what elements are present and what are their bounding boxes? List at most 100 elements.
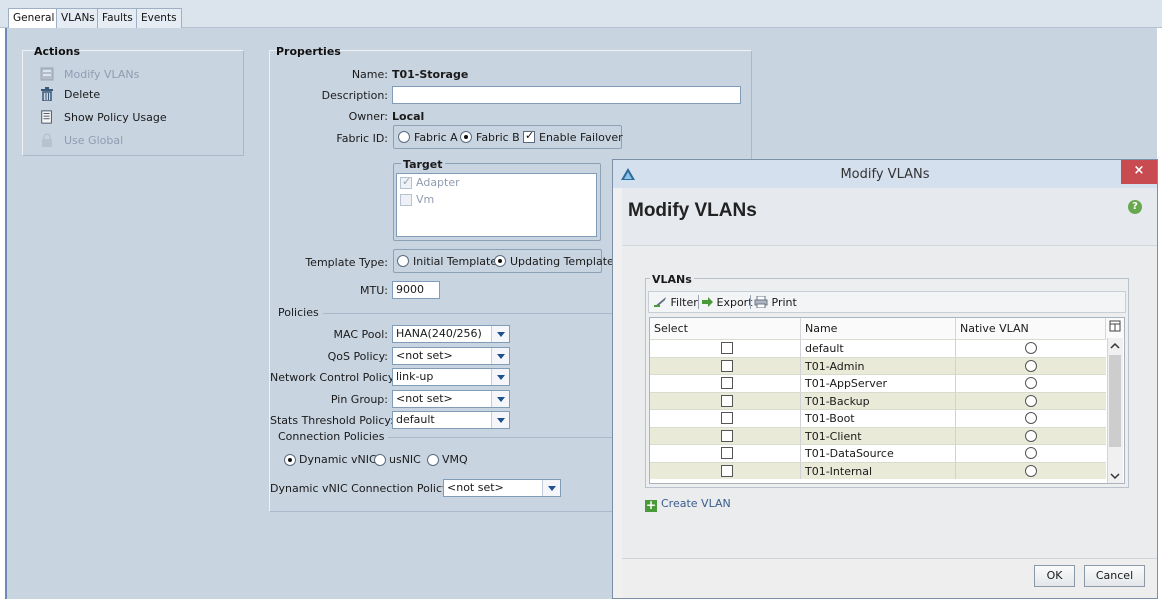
tab-vlans[interactable]: VLANs (56, 8, 100, 28)
ok-button[interactable]: OK (1034, 565, 1075, 587)
policies-title: Policies (278, 306, 323, 319)
network-control-policy-value: link-up (396, 370, 434, 383)
select-checkbox[interactable] (721, 359, 733, 372)
mtu-field[interactable]: 9000 (392, 281, 440, 299)
vm-checkbox[interactable] (400, 194, 412, 206)
tab-general[interactable]: General (8, 8, 60, 29)
name-value: T01-Storage (392, 68, 469, 81)
pin-group-value: <not set> (396, 392, 453, 405)
mac-pool-value: HANA(240/256) (396, 327, 482, 340)
select-checkbox[interactable] (721, 464, 733, 477)
fabric-a-label: Fabric A (414, 131, 458, 144)
select-checkbox[interactable] (721, 412, 733, 424)
column-chooser-button[interactable] (1106, 318, 1124, 339)
print-button[interactable]: Print (754, 295, 797, 309)
show-policy-usage-label: Show Policy Usage (64, 111, 167, 124)
column-divider (800, 462, 801, 479)
modify-vlans-label: Modify VLANs (64, 68, 140, 81)
close-icon[interactable]: × (1121, 160, 1157, 184)
filter-button[interactable]: Filter (653, 296, 698, 309)
network-control-policy-label: Network Control Policy: (270, 371, 398, 384)
chevron-down-icon[interactable] (1110, 472, 1120, 480)
target-title: Target (401, 158, 445, 171)
arrow-right-icon (702, 297, 713, 307)
dynamic-vnic-connection-policy-select[interactable]: <not set> (443, 479, 561, 497)
dynamic-vnic-radio[interactable] (284, 454, 296, 466)
qos-policy-select[interactable]: <not set> (392, 347, 510, 365)
native-vlan-radio[interactable] (1025, 447, 1037, 459)
native-vlan-radio[interactable] (1025, 464, 1037, 477)
create-vlan-label: Create VLAN (661, 497, 731, 510)
export-button[interactable]: Export (702, 296, 753, 309)
cancel-button[interactable]: Cancel (1084, 565, 1145, 587)
column-header-name[interactable]: Name (801, 318, 956, 339)
vlan-name: T01-Admin (805, 359, 865, 373)
select-checkbox[interactable] (721, 377, 733, 389)
select-checkbox[interactable] (721, 429, 733, 442)
updating-template-radio[interactable] (494, 255, 506, 267)
chevron-up-icon[interactable] (1110, 342, 1120, 350)
vlan-list-icon (40, 67, 54, 81)
column-divider (800, 375, 801, 392)
native-vlan-radio[interactable] (1025, 359, 1037, 372)
column-header-select[interactable]: Select (650, 318, 801, 339)
native-vlan-radio[interactable] (1025, 394, 1037, 407)
initial-template-radio[interactable] (397, 255, 409, 267)
tab-faults[interactable]: Faults (97, 8, 138, 28)
enable-failover-checkbox[interactable] (523, 129, 535, 143)
table-row[interactable]: T01-Boot (650, 409, 1106, 427)
qos-policy-value: <not set> (396, 349, 453, 362)
native-vlan-radio[interactable] (1025, 342, 1037, 354)
chevron-down-icon (491, 326, 509, 342)
toolbar-divider (698, 295, 699, 309)
vm-label: Vm (416, 193, 435, 206)
document-icon (41, 110, 52, 124)
column-divider (955, 462, 956, 479)
table-row[interactable]: T01-Backup (650, 391, 1106, 409)
owner-label: Owner: (348, 110, 388, 123)
table-row[interactable]: T01-Client (650, 426, 1106, 444)
table-row[interactable]: T01-DataSource (650, 444, 1106, 462)
select-checkbox[interactable] (721, 342, 733, 354)
adapter-checkbox[interactable] (400, 175, 412, 189)
tab-bar: General VLANs Faults Events (0, 0, 1162, 29)
description-field[interactable] (392, 86, 741, 104)
network-control-policy-select[interactable]: link-up (392, 368, 510, 386)
table-row[interactable]: default (650, 339, 1106, 357)
fabric-b-radio[interactable] (460, 131, 472, 143)
mac-pool-select[interactable]: HANA(240/256) (392, 325, 510, 343)
enable-failover-label: Enable Failover (539, 131, 623, 144)
mtu-label: MTU: (360, 284, 388, 297)
column-divider (800, 445, 801, 462)
column-divider (955, 357, 956, 374)
qos-policy-label: QoS Policy: (327, 350, 388, 363)
table-row[interactable]: T01-AppServer (650, 374, 1106, 392)
scrollbar-thumb[interactable] (1109, 355, 1121, 447)
native-vlan-radio[interactable] (1025, 377, 1037, 389)
select-checkbox[interactable] (721, 447, 733, 459)
usnic-radio[interactable] (374, 454, 386, 466)
tab-events[interactable]: Events (136, 8, 182, 28)
column-header-native-vlan[interactable]: Native VLAN (956, 318, 1106, 339)
native-vlan-radio[interactable] (1025, 412, 1037, 424)
fabric-a-radio[interactable] (398, 131, 410, 143)
vlans-toolbar: Filter Export Print (648, 291, 1126, 313)
column-divider (955, 427, 956, 444)
column-divider (955, 340, 956, 357)
template-type-label: Template Type: (305, 256, 388, 269)
native-vlan-radio[interactable] (1025, 429, 1037, 442)
table-row[interactable]: T01-Internal (650, 461, 1106, 479)
select-checkbox[interactable] (721, 394, 733, 407)
create-vlan-link[interactable]: + Create VLAN (645, 497, 731, 512)
table-row[interactable]: T01-Admin (650, 356, 1106, 374)
stats-threshold-policy-select[interactable]: default (392, 411, 510, 429)
usnic-label: usNIC (389, 453, 421, 466)
connection-policies-title: Connection Policies (278, 430, 389, 443)
pin-group-select[interactable]: <not set> (392, 390, 510, 408)
plus-icon: + (645, 498, 657, 512)
export-label: Export (716, 296, 753, 309)
chevron-down-icon (542, 480, 560, 496)
vmq-radio[interactable] (427, 454, 439, 466)
filter-icon (654, 297, 666, 307)
help-icon[interactable]: ? (1128, 200, 1142, 214)
